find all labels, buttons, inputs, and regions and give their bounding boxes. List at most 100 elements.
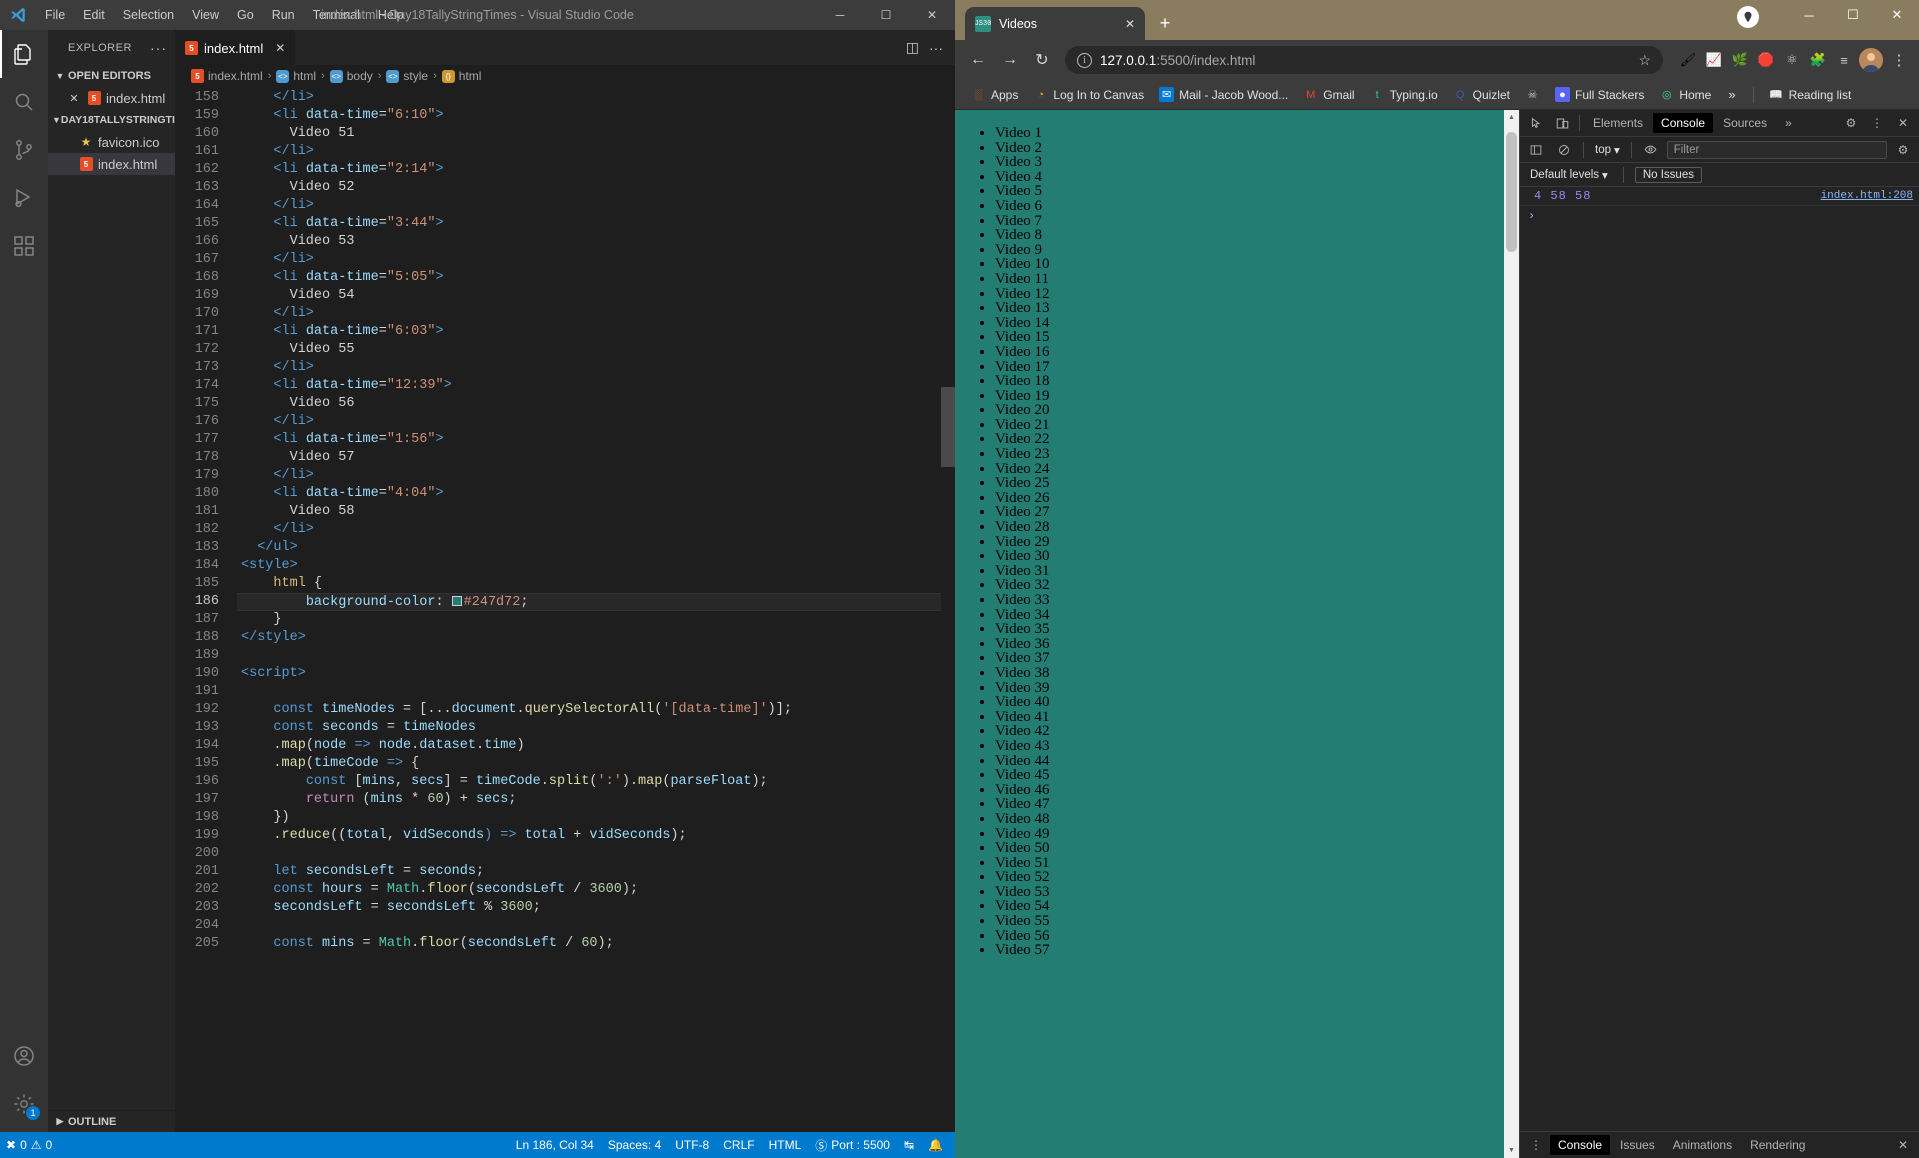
fire-icon[interactable]: 🛑: [1755, 49, 1777, 71]
console-log-source-link[interactable]: index.html:208: [1821, 190, 1913, 202]
code-line[interactable]: return (mins * 60) + secs;: [237, 791, 955, 809]
code-line[interactable]: const timeNodes = [...document.querySele…: [237, 701, 955, 719]
activity-account-icon[interactable]: [0, 1032, 48, 1080]
console-output[interactable]: 4 58 58 index.html:208 ›: [1520, 187, 1919, 1131]
activity-settings-icon[interactable]: 1: [0, 1080, 48, 1128]
clear-console-icon[interactable]: [1552, 139, 1576, 161]
code-line[interactable]: </ul>: [237, 539, 955, 557]
bookmark-item[interactable]: ✉ Mail - Jacob Wood...: [1153, 84, 1294, 105]
console-filter-input[interactable]: Filter: [1666, 140, 1887, 159]
activity-search-icon[interactable]: [0, 78, 48, 126]
code-line[interactable]: <li data-time="3:44">: [237, 215, 955, 233]
bookmark-item[interactable]: ◎ Home: [1653, 84, 1717, 105]
console-sidebar-icon[interactable]: [1524, 139, 1548, 161]
breadcrumb-style[interactable]: <> style: [386, 69, 428, 83]
chrome-menu-button[interactable]: ⋮: [1887, 51, 1911, 69]
reload-button[interactable]: ↻: [1027, 45, 1057, 75]
bookmarks-overflow-icon[interactable]: »: [1720, 87, 1743, 102]
code-line[interactable]: .map(timeCode => {: [237, 755, 955, 773]
new-tab-button[interactable]: +: [1151, 9, 1179, 37]
code-line[interactable]: </li>: [237, 467, 955, 485]
code-line[interactable]: <li data-time="6:03">: [237, 323, 955, 341]
list-icon[interactable]: ≡: [1833, 49, 1855, 71]
drawer-tab-rendering[interactable]: Rendering: [1742, 1135, 1813, 1155]
status-cursor-position[interactable]: Ln 186, Col 34: [516, 1138, 594, 1152]
reading-list-button[interactable]: 📖 Reading list: [1763, 84, 1858, 105]
activity-run-debug-icon[interactable]: [0, 174, 48, 222]
default-levels-dropdown[interactable]: Default levels ▾: [1526, 167, 1612, 183]
status-problems[interactable]: ✖ 0 ⚠ 0: [6, 1138, 52, 1152]
vscode-maximize-button[interactable]: ☐: [863, 0, 909, 30]
code-line[interactable]: </li>: [237, 305, 955, 323]
address-bar[interactable]: i 127.0.0.1:5500/index.html ☆: [1065, 46, 1663, 74]
code-line[interactable]: </li>: [237, 359, 955, 377]
console-log-row[interactable]: 4 58 58 index.html:208: [1520, 187, 1919, 206]
drawer-kebab-icon[interactable]: ⋮: [1524, 1134, 1548, 1156]
code-line[interactable]: const seconds = timeNodes: [237, 719, 955, 737]
drawer-close-icon[interactable]: ✕: [1891, 1134, 1915, 1156]
bookmark-item[interactable]: ● Full Stackers: [1549, 84, 1650, 105]
code-line[interactable]: <li data-time="2:14">: [237, 161, 955, 179]
kebab-icon[interactable]: ⋮: [1865, 112, 1889, 134]
status-remote-icon[interactable]: ↹: [904, 1138, 914, 1152]
scroll-down-arrow-icon[interactable]: ▼: [1504, 1143, 1519, 1158]
close-icon[interactable]: ✕: [1891, 112, 1915, 134]
bookmark-item[interactable]: M Gmail: [1297, 84, 1360, 105]
color-swatch-icon[interactable]: [451, 596, 462, 606]
site-info-icon[interactable]: i: [1077, 52, 1092, 68]
code-line[interactable]: <li data-time="12:39">: [237, 377, 955, 395]
status-live-server-port[interactable]: Ⓢ Port : 5500: [815, 1137, 890, 1154]
back-button[interactable]: ←: [963, 45, 993, 75]
chart-icon[interactable]: 📈: [1703, 49, 1725, 71]
tab-elements[interactable]: Elements: [1585, 113, 1651, 133]
menu-run[interactable]: Run: [263, 4, 304, 26]
menu-edit[interactable]: Edit: [74, 4, 114, 26]
file-item-favicon[interactable]: ★ favicon.ico: [48, 131, 175, 153]
code-line[interactable]: .map(node => node.dataset.time): [237, 737, 955, 755]
tab-index-html[interactable]: 5 index.html ✕: [175, 30, 296, 65]
outline-section-header[interactable]: ▶ OUTLINE: [48, 1110, 175, 1132]
console-context-selector[interactable]: top ▾: [1591, 142, 1624, 158]
chrome-maximize-button[interactable]: ☐: [1831, 0, 1875, 30]
scroll-up-arrow-icon[interactable]: ▲: [1504, 110, 1519, 125]
code-line[interactable]: [237, 845, 955, 863]
breadcrumb-rule[interactable]: {} html: [441, 69, 481, 83]
code-line[interactable]: [237, 647, 955, 665]
breadcrumb-html[interactable]: <> html: [276, 69, 316, 83]
menu-help[interactable]: Help: [369, 4, 413, 26]
code-line[interactable]: <style>: [237, 557, 955, 575]
inspect-icon[interactable]: [1524, 112, 1548, 134]
vscode-minimize-button[interactable]: ─: [817, 0, 863, 30]
open-editor-item[interactable]: ✕ 5 index.html: [48, 87, 175, 109]
activity-extensions-icon[interactable]: [0, 222, 48, 270]
folder-header[interactable]: ▼ DAY18TALLYSTRINGTIMES: [48, 109, 198, 131]
split-editor-icon[interactable]: ◫: [906, 39, 919, 56]
menu-view[interactable]: View: [183, 4, 228, 26]
device-toolbar-icon[interactable]: [1550, 112, 1574, 134]
code-content[interactable]: </li> <li data-time="6:10"> Video 51 </l…: [237, 87, 955, 1132]
status-language-mode[interactable]: HTML: [769, 1138, 802, 1152]
code-line[interactable]: .reduce((total, vidSeconds) => total + v…: [237, 827, 955, 845]
editor-more-icon[interactable]: ···: [929, 40, 943, 56]
code-line[interactable]: <li data-time="4:04">: [237, 485, 955, 503]
bookmark-star-icon[interactable]: ☆: [1638, 52, 1651, 69]
breadcrumb-body[interactable]: <> body: [329, 69, 373, 83]
tab-console[interactable]: Console: [1653, 113, 1714, 133]
code-line[interactable]: </style>: [237, 629, 955, 647]
live-expression-icon[interactable]: [1639, 139, 1663, 161]
activity-explorer-icon[interactable]: [0, 30, 48, 78]
vscode-menubar[interactable]: File Edit Selection View Go Run Terminal…: [36, 4, 413, 26]
code-line[interactable]: </li>: [237, 413, 955, 431]
tab-sources[interactable]: Sources: [1715, 113, 1775, 133]
page-scrollbar[interactable]: ▲ ▼: [1504, 110, 1519, 1158]
code-line[interactable]: Video 56: [237, 395, 955, 413]
code-line[interactable]: Video 58: [237, 503, 955, 521]
gear-icon[interactable]: ⚙: [1839, 112, 1863, 134]
menu-go[interactable]: Go: [228, 4, 263, 26]
more-tabs-icon[interactable]: »: [1777, 113, 1800, 133]
pen-icon[interactable]: 🖌: [1677, 49, 1699, 71]
open-editors-header[interactable]: ▼ OPEN EDITORS: [48, 65, 175, 87]
code-line[interactable]: </li>: [237, 251, 955, 269]
code-line[interactable]: Video 53: [237, 233, 955, 251]
menu-selection[interactable]: Selection: [114, 4, 183, 26]
